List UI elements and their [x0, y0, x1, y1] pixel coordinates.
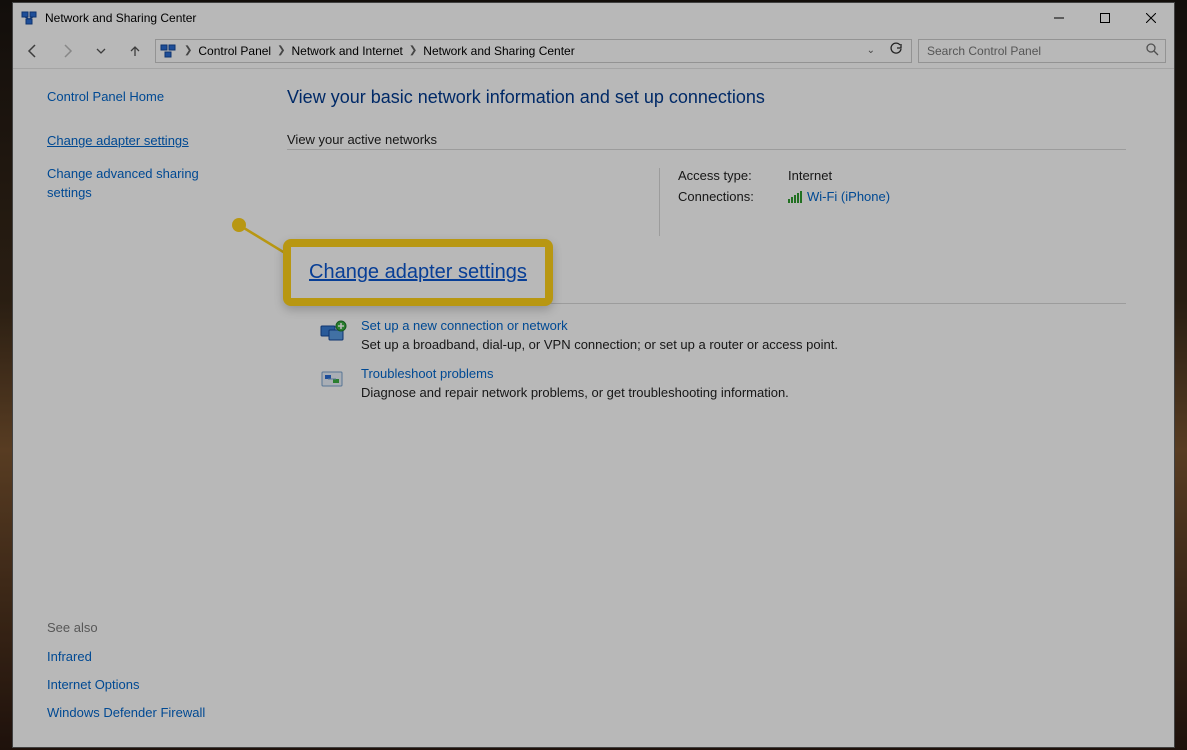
refresh-button[interactable] — [881, 42, 911, 59]
sidebar: Control Panel Home Change adapter settin… — [13, 69, 253, 747]
see-also-label: See also — [47, 620, 237, 635]
network-center-icon — [21, 10, 37, 26]
search-input[interactable] — [925, 43, 1145, 59]
connections-label: Connections: — [678, 189, 788, 204]
see-also-internet-options-link[interactable]: Internet Options — [47, 677, 237, 692]
breadcrumb-dropdown[interactable]: ⌄ — [861, 45, 881, 56]
setup-connection-link[interactable]: Set up a new connection or network — [361, 318, 838, 333]
divider — [287, 303, 1126, 304]
access-type-value: Internet — [788, 168, 832, 183]
up-button[interactable] — [121, 37, 149, 65]
troubleshoot-icon — [319, 366, 347, 394]
network-details: Access type: Internet Connections: — [678, 168, 890, 236]
network-center-icon — [160, 43, 176, 59]
troubleshoot-item: Troubleshoot problems Diagnose and repai… — [319, 366, 1126, 400]
setup-connection-desc: Set up a broadband, dial-up, or VPN conn… — [361, 337, 838, 352]
divider — [659, 168, 660, 236]
body: Control Panel Home Change adapter settin… — [13, 69, 1174, 747]
connection-link[interactable]: Wi-Fi (iPhone) — [788, 189, 890, 204]
active-network-row: Access type: Internet Connections: — [287, 168, 1126, 236]
maximize-button[interactable] — [1082, 3, 1128, 33]
troubleshoot-link[interactable]: Troubleshoot problems — [361, 366, 789, 381]
forward-button[interactable] — [53, 37, 81, 65]
see-also-defender-firewall-link[interactable]: Windows Defender Firewall — [47, 705, 237, 720]
wifi-signal-icon — [788, 191, 803, 203]
chevron-right-icon[interactable]: ❯ — [405, 45, 421, 56]
recent-locations-button[interactable] — [87, 37, 115, 65]
address-bar: ❯ Control Panel ❯ Network and Internet ❯… — [13, 33, 1174, 69]
titlebar: Network and Sharing Center — [13, 3, 1174, 33]
breadcrumb-item[interactable]: Network and Sharing Center — [421, 44, 576, 58]
chevron-right-icon[interactable]: ❯ — [180, 45, 196, 56]
search-box[interactable] — [918, 39, 1166, 63]
page-heading: View your basic network information and … — [287, 87, 1126, 108]
breadcrumb[interactable]: ❯ Control Panel ❯ Network and Internet ❯… — [155, 39, 912, 63]
back-button[interactable] — [19, 37, 47, 65]
breadcrumb-item[interactable]: Network and Internet — [290, 44, 405, 58]
connection-name: Wi-Fi (iPhone) — [807, 189, 890, 204]
window: Network and Sharing Center — [12, 2, 1175, 748]
divider — [287, 149, 1126, 150]
window-controls — [1036, 3, 1174, 33]
troubleshoot-desc: Diagnose and repair network problems, or… — [361, 385, 789, 400]
breadcrumb-item[interactable]: Control Panel — [196, 44, 273, 58]
active-networks-label: View your active networks — [287, 132, 1126, 147]
sidebar-change-advanced-sharing-link[interactable]: Change advanced sharing settings — [47, 165, 237, 203]
setup-connection-icon — [319, 318, 347, 346]
control-panel-home-link[interactable]: Control Panel Home — [47, 89, 237, 104]
minimize-button[interactable] — [1036, 3, 1082, 33]
search-icon[interactable] — [1145, 42, 1159, 59]
close-button[interactable] — [1128, 3, 1174, 33]
change-settings-label: Change your networking settings — [287, 286, 1126, 301]
see-also-infrared-link[interactable]: Infrared — [47, 649, 237, 664]
window-title: Network and Sharing Center — [45, 11, 196, 25]
chevron-right-icon[interactable]: ❯ — [273, 45, 289, 56]
setup-connection-item: Set up a new connection or network Set u… — [319, 318, 1126, 352]
main-content: View your basic network information and … — [253, 69, 1174, 747]
access-type-label: Access type: — [678, 168, 788, 183]
sidebar-change-adapter-link[interactable]: Change adapter settings — [47, 132, 237, 151]
